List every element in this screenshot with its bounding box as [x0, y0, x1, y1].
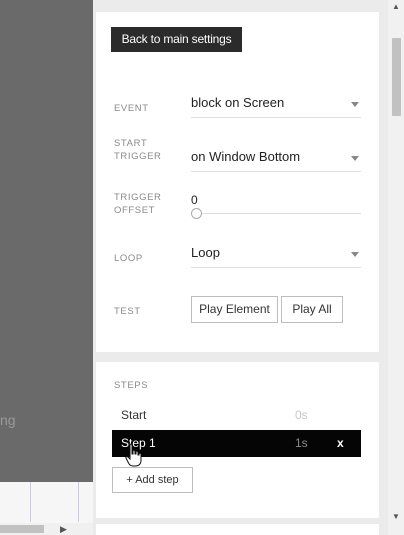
- delete-step-button[interactable]: x: [337, 430, 344, 457]
- caret-down-icon: [351, 102, 359, 107]
- event-select[interactable]: block on Screen: [191, 92, 361, 118]
- test-label: TEST: [114, 306, 141, 317]
- step-name: Step 1: [121, 436, 156, 450]
- play-all-button[interactable]: Play All: [281, 296, 343, 323]
- event-select-value: block on Screen: [191, 95, 285, 110]
- start-trigger-select[interactable]: on Window Bottom: [191, 146, 361, 172]
- scroll-right-arrow-icon[interactable]: ▶: [60, 523, 67, 535]
- play-element-button[interactable]: Play Element: [191, 296, 278, 323]
- add-step-button[interactable]: + Add step: [112, 467, 193, 493]
- horizontal-scrollbar[interactable]: ▶: [0, 523, 97, 535]
- start-trigger-label-line1: START: [114, 138, 148, 149]
- step-duration: 1s: [295, 436, 308, 450]
- event-label: EVENT: [114, 103, 149, 114]
- back-to-main-settings-button[interactable]: Back to main settings: [111, 27, 242, 52]
- step-duration: 0s: [295, 408, 308, 422]
- vertical-scrollbar-thumb[interactable]: [392, 38, 401, 116]
- trigger-offset-value: 0: [191, 193, 198, 207]
- trigger-offset-slider-handle[interactable]: [191, 208, 202, 219]
- scroll-up-arrow-icon[interactable]: ▲: [392, 2, 400, 11]
- loop-select-value: Loop: [191, 245, 220, 260]
- loop-label: LOOP: [114, 253, 143, 264]
- grid-line: [30, 482, 31, 522]
- animation-settings-card: Back to main settings EVENT block on Scr…: [96, 12, 379, 352]
- start-trigger-label-line2: TRIGGER: [114, 151, 162, 162]
- steps-card: STEPS Start 0s Step 1 1s x + Add step: [96, 362, 379, 518]
- canvas-overlay: [0, 0, 97, 482]
- next-card-edge: [96, 524, 379, 535]
- step-row-step-1[interactable]: Step 1 1s x: [112, 430, 361, 457]
- horizontal-scrollbar-thumb[interactable]: [0, 525, 44, 533]
- steps-title: STEPS: [114, 380, 149, 391]
- caret-down-icon: [351, 252, 359, 257]
- start-trigger-label: START TRIGGER: [114, 137, 161, 163]
- canvas-partial-text: ng: [0, 412, 16, 428]
- trigger-offset-slider-track[interactable]: [196, 213, 361, 214]
- trigger-offset-label-line2: OFFSET: [114, 205, 156, 216]
- vertical-scrollbar[interactable]: ▲ ▼: [388, 0, 404, 535]
- grid-line: [78, 482, 79, 522]
- step-row-start[interactable]: Start 0s: [112, 402, 361, 429]
- caret-down-icon: [351, 156, 359, 161]
- step-name: Start: [121, 408, 147, 422]
- start-trigger-select-value: on Window Bottom: [191, 149, 301, 164]
- settings-panel: Back to main settings EVENT block on Scr…: [93, 0, 388, 535]
- trigger-offset-label: TRIGGER OFFSET: [114, 191, 161, 217]
- trigger-offset-label-line1: TRIGGER: [114, 192, 162, 203]
- loop-select[interactable]: Loop: [191, 242, 361, 268]
- page-canvas[interactable]: ng ▶: [0, 0, 97, 535]
- scroll-down-arrow-icon[interactable]: ▼: [392, 512, 400, 521]
